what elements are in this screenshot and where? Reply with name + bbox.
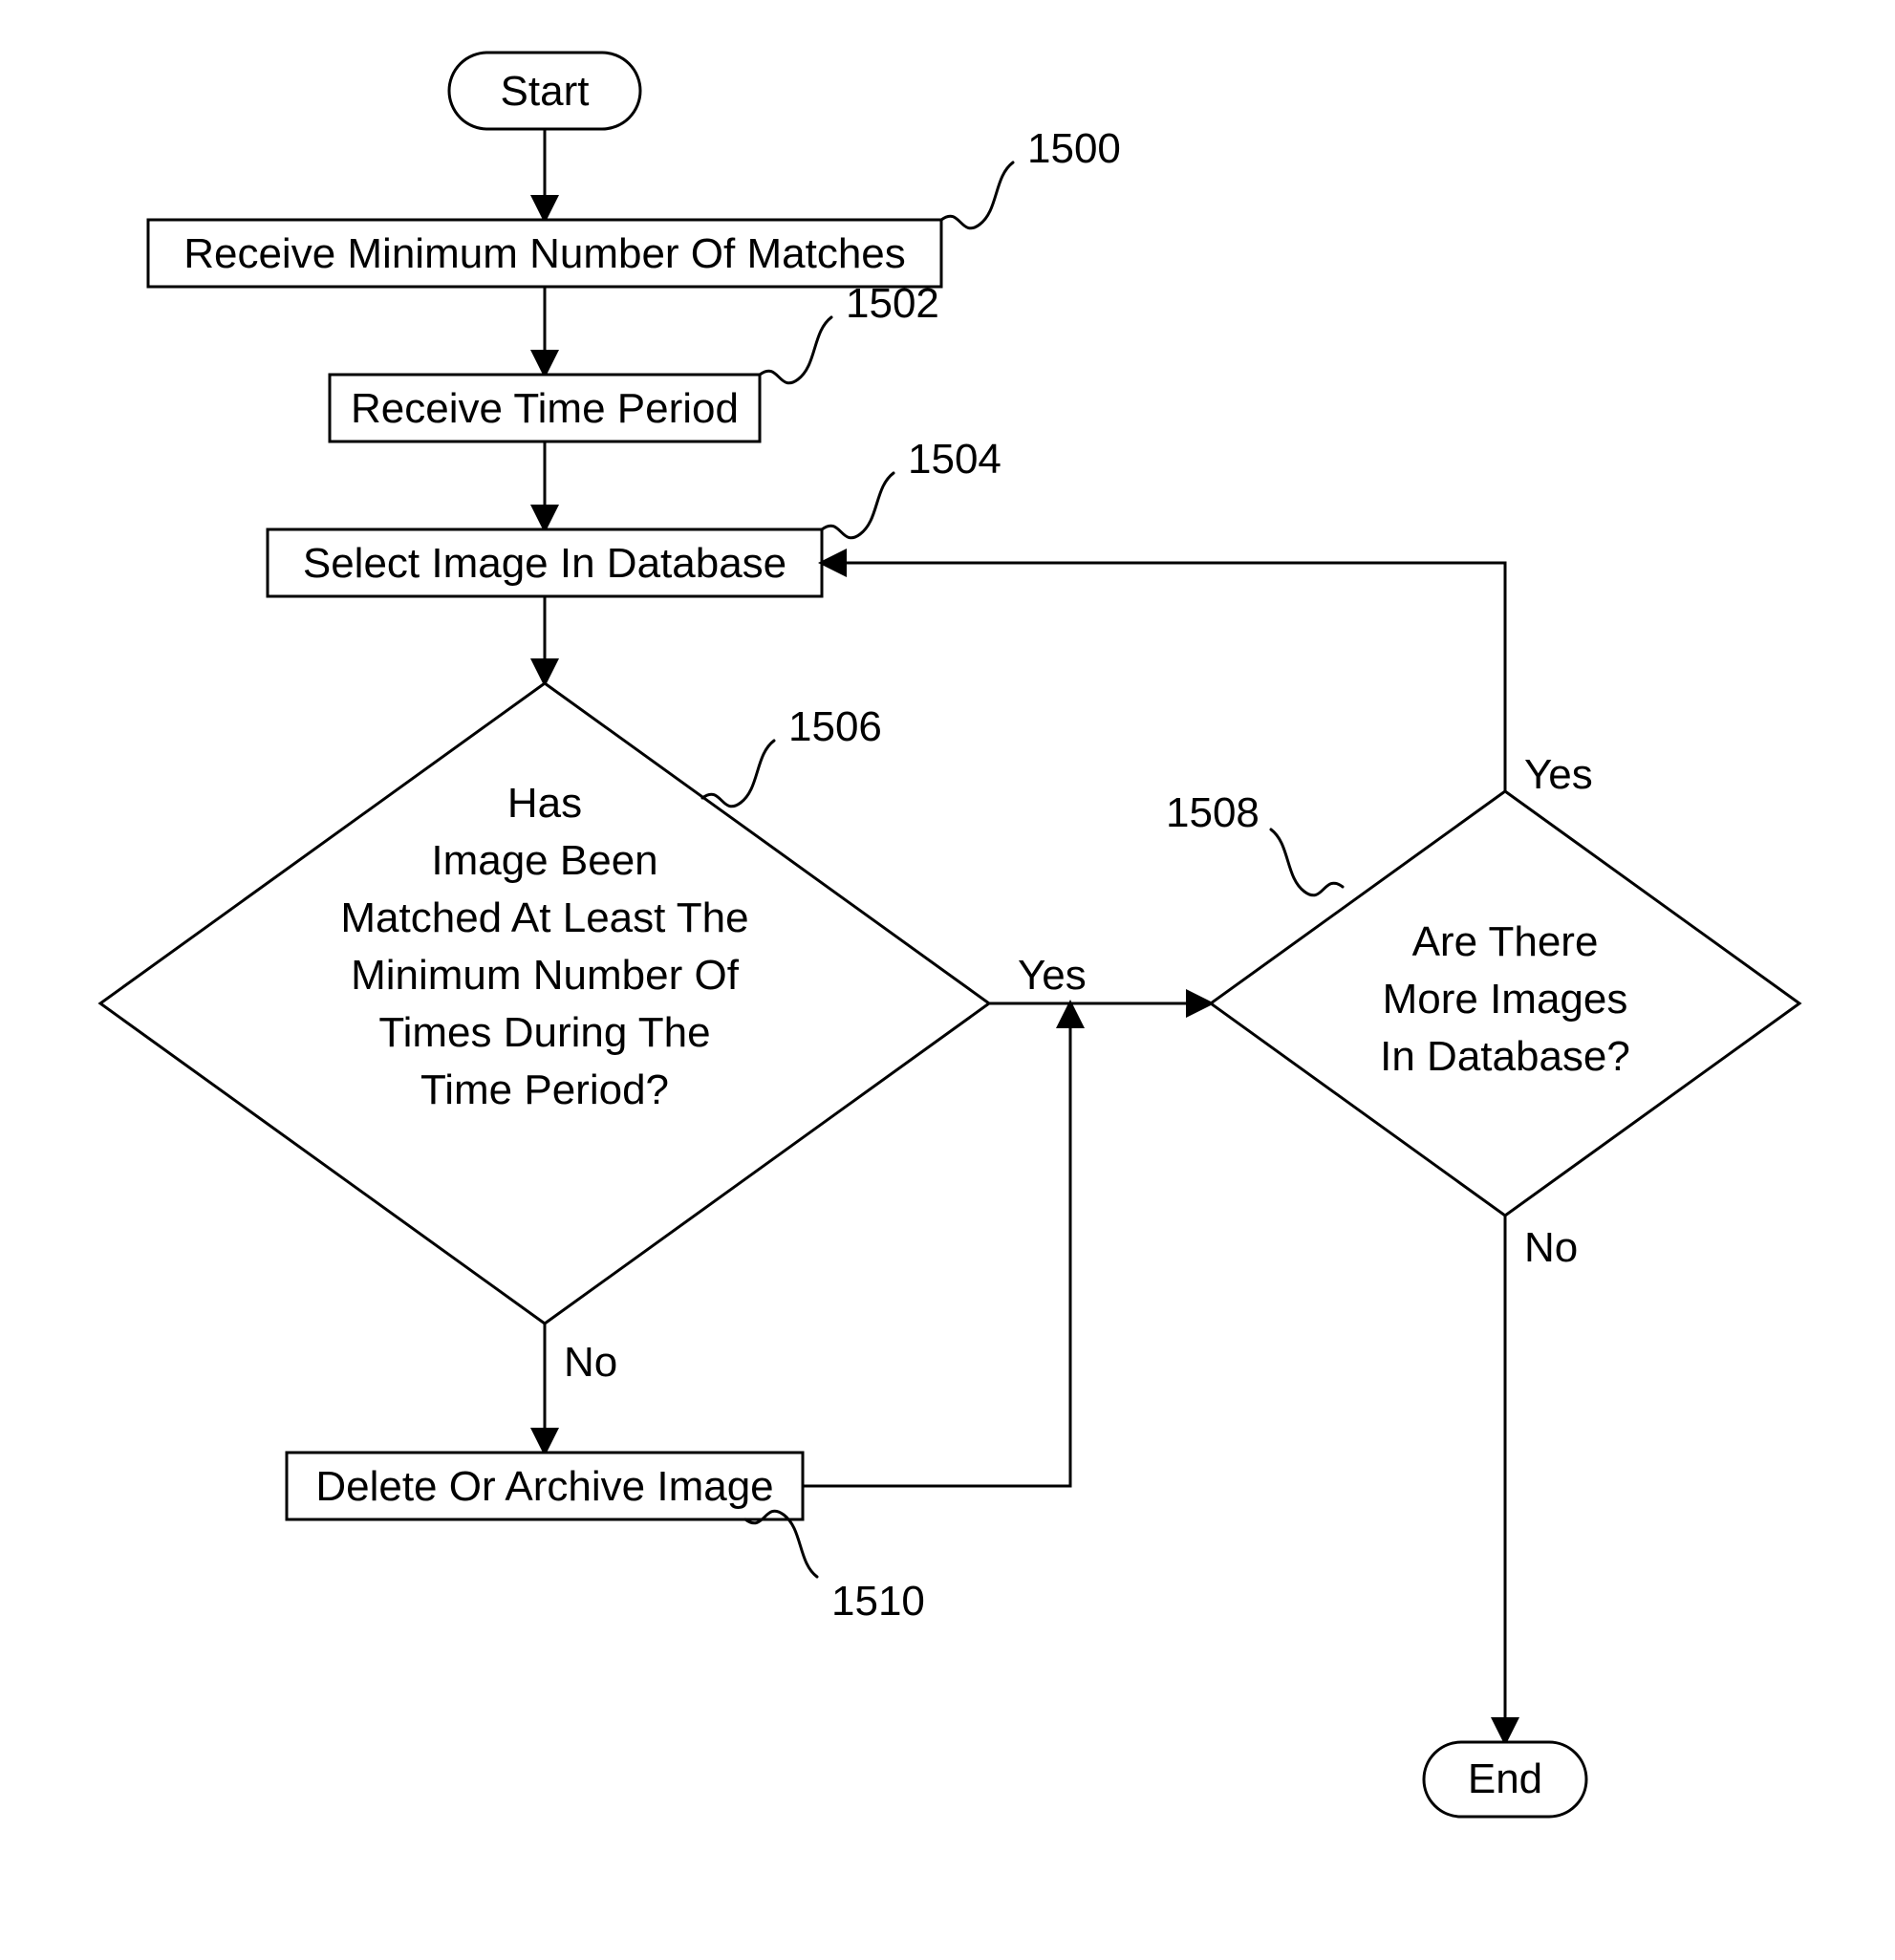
ref-connector [760,317,831,383]
process-text: Receive Time Period [351,385,739,432]
process-delete-archive-image: Delete Or Archive Image [287,1453,803,1519]
decision-text: Are There [1412,918,1599,965]
end-label: End [1468,1755,1542,1802]
flow-arrow [824,563,1505,791]
decision-text: More Images [1383,976,1628,1023]
process-text: Delete Or Archive Image [315,1463,773,1510]
decision-text: Image Been [431,837,657,884]
ref-connector [702,741,774,807]
decision-text: Time Period? [420,1066,669,1113]
ref-label: 1508 [1166,789,1260,836]
edge-label-yes: Yes [1018,952,1087,999]
ref-label: 1506 [788,703,882,750]
start-label: Start [501,68,590,115]
process-text: Select Image In Database [303,540,786,587]
ref-label: 1510 [831,1578,925,1625]
ref-connector [1271,829,1343,895]
ref-connector [822,473,894,538]
ref-label: 1500 [1027,125,1121,172]
ref-label: 1502 [846,280,939,327]
process-receive-time-period: Receive Time Period [330,375,760,442]
decision-text: Minimum Number Of [351,952,740,999]
start-terminator: Start [449,53,640,129]
decision-text: Times During The [378,1009,710,1056]
ref-label: 1504 [908,436,1001,483]
edge-label-no: No [1524,1224,1578,1271]
decision-more-images: Are There More Images In Database? [1211,791,1799,1216]
flowchart-diagram: Start Receive Minimum Number Of Matches … [0,0,1895,1960]
end-terminator: End [1424,1742,1586,1817]
decision-matched-min-times: Has Image Been Matched At Least The Mini… [100,683,989,1324]
ref-connector [941,162,1013,228]
edge-label-no: No [564,1339,617,1386]
decision-text: Has [507,780,582,827]
process-text: Receive Minimum Number Of Matches [183,230,906,277]
decision-text: In Database? [1380,1033,1630,1080]
process-receive-min-matches: Receive Minimum Number Of Matches [148,220,941,287]
decision-text: Matched At Least The [340,894,748,941]
process-select-image: Select Image In Database [268,529,822,596]
edge-label-yes: Yes [1524,751,1593,798]
